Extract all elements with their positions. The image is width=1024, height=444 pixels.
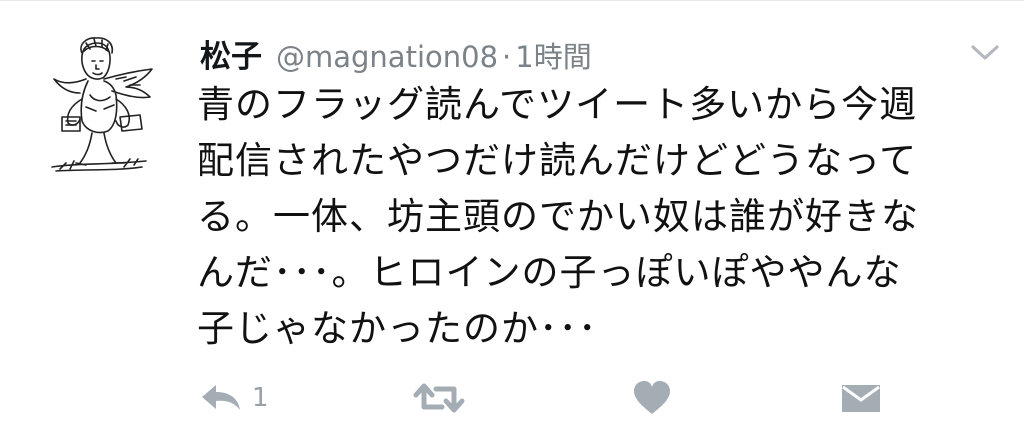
tweet-header: 松子 @magnation08 · 1時間 xyxy=(200,31,592,77)
tweet-card: 松子 @magnation08 · 1時間 青のフラッグ読んでツイート多いから今… xyxy=(0,0,1024,444)
tweet-text: 青のフラッグ読んでツイート多いから今週 配信されたやつだけ読んだけどどうなって … xyxy=(197,77,987,357)
reply-icon xyxy=(202,385,240,410)
like-button[interactable] xyxy=(632,373,672,423)
direct-message-button[interactable] xyxy=(840,373,882,423)
tweet-menu-button[interactable] xyxy=(968,41,1002,65)
retweet-icon xyxy=(413,383,465,413)
reply-button[interactable]: 1 xyxy=(198,373,269,423)
chevron-down-icon xyxy=(971,45,999,60)
avatar-sketch-image xyxy=(51,37,153,172)
avatar[interactable] xyxy=(46,35,166,175)
separator-dot: · xyxy=(502,40,512,74)
tweet-text-line: んだ･･･。ヒロインの子っぽいぽややんな xyxy=(197,251,902,294)
user-handle[interactable]: @magnation08 xyxy=(276,40,498,74)
tweet-actions: 1 xyxy=(0,373,1024,423)
envelope-icon xyxy=(842,385,880,412)
timestamp[interactable]: 1時間 xyxy=(515,34,591,76)
retweet-button[interactable] xyxy=(412,373,466,423)
tweet-text-line: 子じゃなかったのか･･･ xyxy=(197,307,598,350)
reply-count: 1 xyxy=(252,383,269,413)
tweet-text-line: 配信されたやつだけ読んだけどどうなって xyxy=(197,139,918,182)
heart-icon xyxy=(634,381,670,414)
tweet-text-line: 青のフラッグ読んでツイート多いから今週 xyxy=(197,83,918,126)
tweet-text-line: る。一体、坊主頭のでかい奴は誰が好きな xyxy=(197,195,919,238)
display-name[interactable]: 松子 xyxy=(200,31,262,76)
